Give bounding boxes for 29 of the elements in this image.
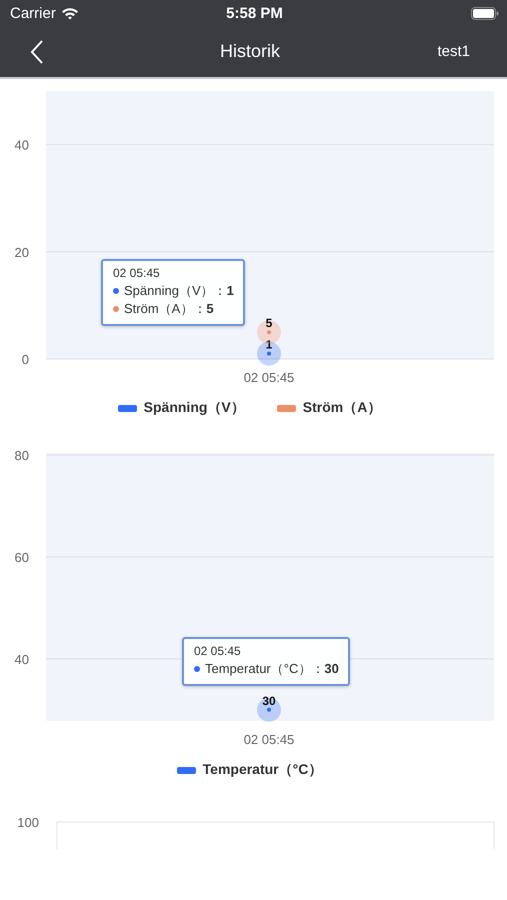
- data-point[interactable]: [257, 342, 281, 366]
- y-axis-label: 40: [14, 138, 29, 153]
- y-axis-label: 0: [22, 352, 29, 367]
- tooltip-value: Ström（A）：5: [124, 300, 214, 318]
- legend-label[interactable]: Spänning（V）: [144, 399, 245, 417]
- legend-label[interactable]: Temperatur（°C）: [202, 761, 322, 779]
- carrier-label: Carrier: [10, 4, 56, 22]
- device-button[interactable]: test1: [410, 43, 470, 60]
- clock-time: 5:58 PM: [226, 4, 283, 22]
- back-icon[interactable]: [30, 38, 44, 64]
- y-axis-label: 40: [14, 652, 29, 667]
- battery-icon: [470, 6, 499, 20]
- x-axis-label: 02 05:45: [244, 732, 294, 747]
- tooltip-title: 02 05:45: [113, 266, 161, 280]
- tooltip-value: Spänning（V）：1: [124, 282, 234, 300]
- legend-label[interactable]: Ström（A）: [302, 399, 382, 417]
- data-label: 30: [262, 694, 276, 708]
- x-axis-label: 02 05:45: [244, 370, 294, 385]
- page-title: Historik: [220, 41, 280, 62]
- y-axis-label: 80: [14, 448, 29, 464]
- tooltip-title: 02 05:45: [194, 644, 242, 658]
- wifi-icon: [60, 6, 79, 20]
- y-axis-label: 60: [14, 550, 29, 565]
- tooltip-value: Temperatur（°C）：30: [205, 660, 339, 678]
- data-label: 5: [266, 316, 272, 330]
- y-axis-label: 20: [14, 244, 29, 260]
- data-point[interactable]: [257, 698, 281, 722]
- y-axis-label: 100: [17, 815, 39, 830]
- data-label: 1: [266, 338, 272, 352]
